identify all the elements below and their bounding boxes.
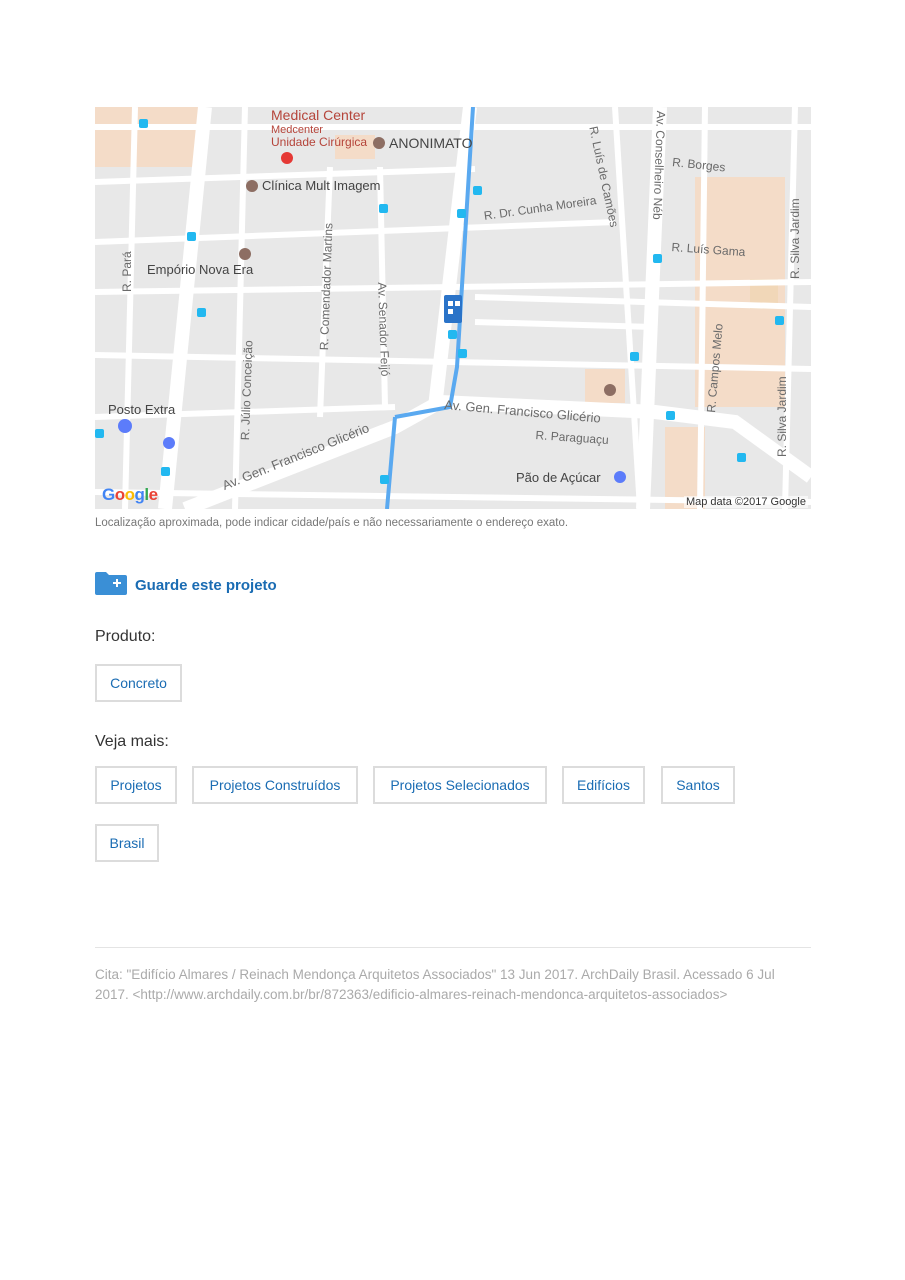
location-map[interactable]: Medical Center Medcenter Unidade Cirúrgi… bbox=[95, 107, 811, 509]
map-street-silva-jardim-top: R. Silva Jardim bbox=[788, 198, 802, 279]
map-poi-medical-center[interactable]: Medical Center bbox=[271, 108, 365, 122]
tag-projetos-selecionados[interactable]: Projetos Selecionados bbox=[373, 766, 547, 804]
map-poi-anonimato[interactable]: ANONIMATO bbox=[389, 135, 473, 151]
veja-mais-heading: Veja mais: bbox=[95, 733, 169, 750]
tag-projetos[interactable]: Projetos bbox=[95, 766, 177, 804]
save-project-label: Guarde este projeto bbox=[135, 577, 277, 594]
map-poi-unidade[interactable]: Unidade Cirúrgica bbox=[271, 136, 367, 149]
tag-projetos-construidos[interactable]: Projetos Construídos bbox=[192, 766, 358, 804]
tag-concreto[interactable]: Concreto bbox=[95, 664, 182, 702]
map-poi-posto[interactable]: Posto Extra bbox=[108, 402, 175, 417]
map-poi-clinica[interactable]: Clínica Mult Imagem bbox=[262, 178, 380, 193]
divider bbox=[95, 947, 811, 948]
save-project-button[interactable]: Guarde este projeto bbox=[95, 571, 277, 600]
tag-edificios[interactable]: Edifícios bbox=[562, 766, 645, 804]
tag-brasil[interactable]: Brasil bbox=[95, 824, 159, 862]
map-caption: Localização aproximada, pode indicar cid… bbox=[95, 517, 569, 529]
citation-text: Cita: "Edifício Almares / Reinach Mendon… bbox=[95, 967, 775, 1002]
map-street-silva-jardim-bottom: R. Silva Jardim bbox=[775, 376, 789, 457]
map-street-para: R. Pará bbox=[120, 251, 134, 292]
map-poi-emporio[interactable]: Empório Nova Era bbox=[147, 262, 253, 277]
google-logo: Google bbox=[102, 485, 158, 504]
map-attribution[interactable]: Map data ©2017 Google bbox=[683, 496, 808, 508]
folder-plus-icon bbox=[95, 571, 127, 600]
tag-santos[interactable]: Santos bbox=[661, 766, 735, 804]
map-poi-pao[interactable]: Pão de Açúcar bbox=[516, 470, 601, 485]
produto-heading: Produto: bbox=[95, 628, 156, 645]
